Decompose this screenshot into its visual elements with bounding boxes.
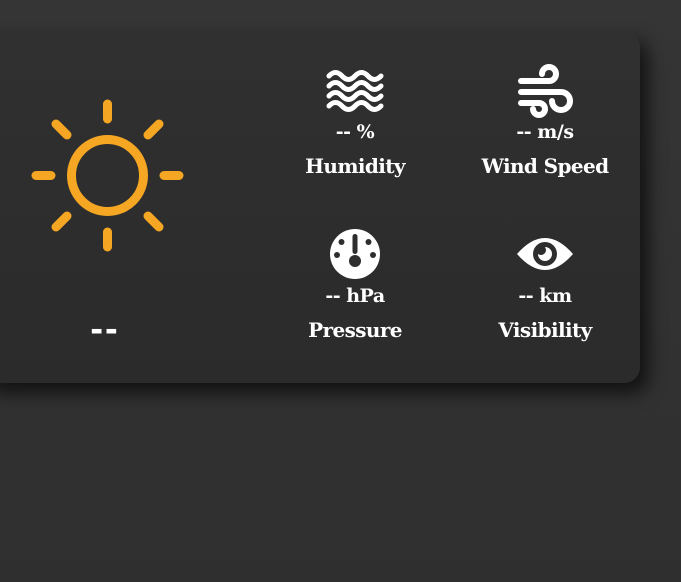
wind-speed-label: Wind Speed [481,154,609,178]
pressure-metric: -- hPa Pressure [270,228,440,343]
wind-icon [515,64,575,118]
humidity-value: -- % [335,121,375,143]
visibility-label: Visibility [498,318,592,342]
wind-speed-metric: -- m/s Wind Speed [460,64,630,179]
pressure-value: -- hPa [325,285,385,307]
gauge-icon [325,228,385,282]
visibility-value: -- km [518,285,572,307]
sun-icon [31,99,184,252]
temperature-value: -- [90,308,120,350]
wind-speed-value: -- m/s [516,121,574,143]
eye-icon [515,228,575,282]
pressure-label: Pressure [308,318,402,342]
humidity-metric: -- % Humidity [270,64,440,179]
waves-icon [325,64,385,118]
humidity-label: Humidity [305,154,405,178]
visibility-metric: -- km Visibility [460,228,630,343]
